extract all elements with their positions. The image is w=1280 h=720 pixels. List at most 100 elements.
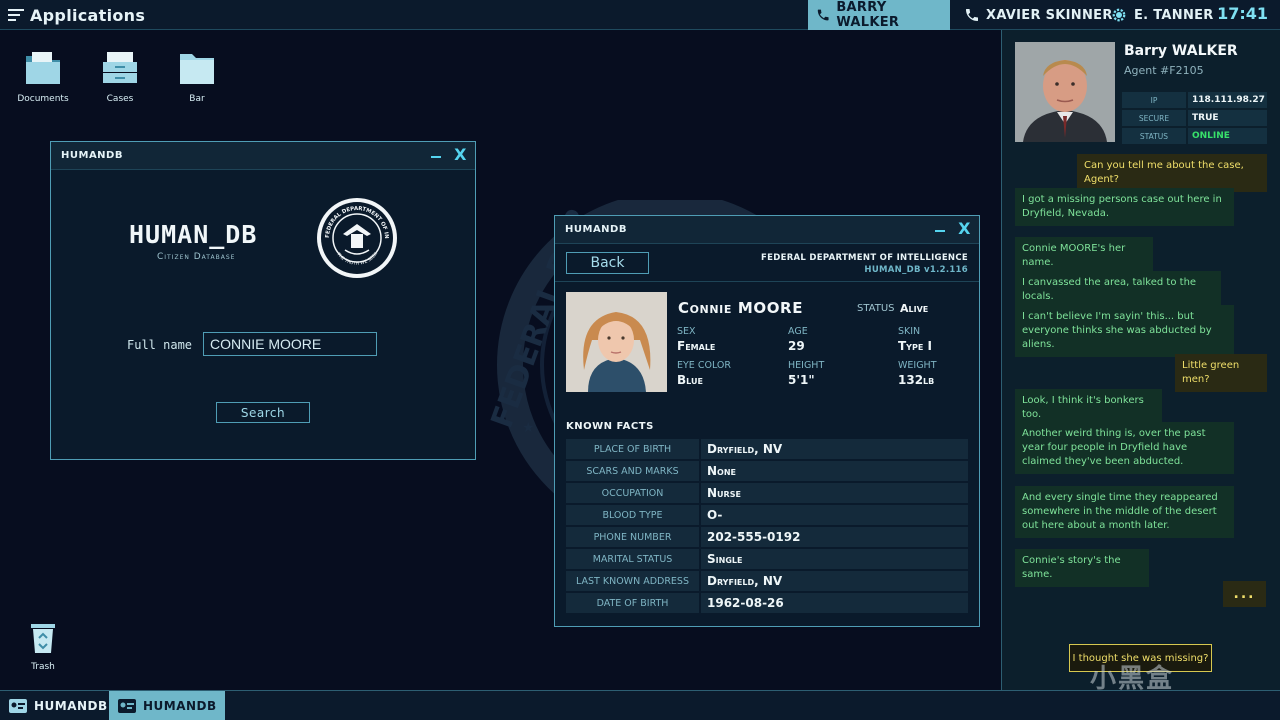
citizen-photo <box>566 292 667 392</box>
minimize-icon[interactable] <box>935 230 945 232</box>
chat-message-agent: Another weird thing is, over the past ye… <box>1015 422 1234 474</box>
fact-label: LAST KNOWN ADDRESS <box>566 571 699 591</box>
fact-label: DATE OF BIRTH <box>566 593 699 613</box>
desktop-icon-documents[interactable]: Documents <box>13 50 73 104</box>
attribute-label: SKIN <box>898 326 921 337</box>
attribute-label: HEIGHT <box>788 360 825 371</box>
info-label: IP <box>1122 92 1186 108</box>
chat-panel: Barry WALKER Agent #F2105 IP 118.111.98.2… <box>1001 30 1280 690</box>
window-titlebar[interactable]: HUMANDB X <box>51 142 475 170</box>
applications-menu-button[interactable]: Applications <box>8 4 145 26</box>
fact-row-scars-and-marks: SCARS AND MARKS None <box>566 461 968 481</box>
info-value: TRUE <box>1188 110 1267 126</box>
fact-label: MARITAL STATUS <box>566 549 699 569</box>
minimize-icon[interactable] <box>431 156 441 158</box>
attribute-label: AGE <box>788 326 808 337</box>
humandb-record-window: HUMANDB X Back FEDERAL DEPARTMENT OF INT… <box>554 215 980 627</box>
full-name-input[interactable] <box>203 332 377 356</box>
taskbar-item-label: HUMANDB <box>143 699 217 713</box>
close-icon[interactable]: X <box>958 220 971 238</box>
chat-message-agent: And every single time they reappeared so… <box>1015 486 1234 538</box>
info-label: SECURE <box>1122 110 1186 126</box>
attribute-skin: SKIN Type I <box>898 326 932 353</box>
attribute-eye-color: EYE COLOR Blue <box>677 360 731 387</box>
contact-name: E. TANNER <box>1134 7 1214 23</box>
desktop-icon-cases[interactable]: Cases <box>90 50 150 104</box>
attribute-value: 132lb <box>898 373 935 387</box>
citizen-last-name: MOORE <box>737 299 804 317</box>
status-label: STATUS <box>857 303 895 314</box>
info-row-status: STATUS ONLINE <box>1122 128 1267 144</box>
humandb-search-window: HUMANDB X HUMAN_DB Citizen Database FEDE… <box>50 141 476 460</box>
chat-message-agent: I canvassed the area, talked to the loca… <box>1015 271 1221 309</box>
fact-value: O- <box>701 505 968 525</box>
desktop-icon-label: Cases <box>106 94 134 104</box>
close-icon[interactable]: X <box>454 146 467 164</box>
fact-label: SCARS AND MARKS <box>566 461 699 481</box>
menu-icon <box>8 9 24 21</box>
applications-label: Applications <box>30 5 146 25</box>
divider <box>555 281 979 282</box>
attribute-weight: WEIGHT 132lb <box>898 360 937 387</box>
info-row-secure: SECURE TRUE <box>1122 110 1267 126</box>
taskbar-item-humandb[interactable]: HUMANDB <box>0 691 116 720</box>
id-card-icon <box>9 699 27 713</box>
chat-message-agent: I got a missing persons case out here in… <box>1015 188 1234 226</box>
taskbar-item-humandb-active[interactable]: HUMANDB <box>109 691 225 720</box>
info-row-ip: IP 118.111.98.27 <box>1122 92 1267 108</box>
fact-row-phone-number: PHONE NUMBER 202-555-0192 <box>566 527 968 547</box>
agent-id: Agent #F2105 <box>1124 64 1204 77</box>
cases-drawer-icon <box>103 52 137 83</box>
back-button[interactable]: Back <box>566 252 649 274</box>
status-value: Alive <box>900 302 929 315</box>
chat-message-agent: Connie MOORE's her name. <box>1015 237 1153 275</box>
taskbar: HUMANDB HUMANDB <box>0 690 1280 720</box>
contact-tab-xavier-skinner[interactable]: XAVIER SKINNER <box>956 0 1121 30</box>
taskbar-item-label: HUMANDB <box>34 699 108 713</box>
desktop-icon-trash[interactable]: Trash <box>13 620 73 672</box>
trash-icon <box>31 624 55 653</box>
attribute-label: WEIGHT <box>898 360 937 371</box>
citizen-name: Connie MOORE <box>678 299 803 317</box>
fact-value: None <box>701 461 968 481</box>
contact-name: XAVIER SKINNER <box>986 7 1113 23</box>
desktop-icon-label: Documents <box>17 94 69 104</box>
fact-row-date-of-birth: DATE OF BIRTH 1962-08-26 <box>566 593 968 613</box>
window-title: HUMANDB <box>565 224 627 235</box>
desktop-icon-bar[interactable]: Bar <box>167 50 227 104</box>
attribute-age: AGE 29 <box>788 326 808 353</box>
contact-tab-barry-walker[interactable]: BARRY WALKER <box>808 0 950 30</box>
agency-header: FEDERAL DEPARTMENT OF INTELLIGENCE HUMAN… <box>761 253 968 275</box>
phone-icon <box>966 9 978 21</box>
search-button[interactable]: Search <box>216 402 310 423</box>
clock: 17:41 <box>1217 4 1268 23</box>
attribute-value: 29 <box>788 339 805 353</box>
contact-name: BARRY WALKER <box>836 0 900 30</box>
fact-label: PHONE NUMBER <box>566 527 699 547</box>
phone-icon <box>817 9 829 21</box>
known-facts-heading: KNOWN FACTS <box>566 421 654 432</box>
fact-value: 1962-08-26 <box>701 593 968 613</box>
window-title: HUMANDB <box>61 150 123 161</box>
fact-value: Dryfield, NV <box>701 439 968 459</box>
window-titlebar[interactable]: HUMANDB X <box>555 216 979 244</box>
svg-text:★: ★ <box>522 420 535 436</box>
fact-value: Single <box>701 549 968 569</box>
info-label: STATUS <box>1122 128 1186 144</box>
attribute-value: 5'1" <box>788 373 815 387</box>
fact-value: Dryfield, NV <box>701 571 968 591</box>
contact-tab-e-tanner[interactable]: E. TANNER <box>1102 0 1222 30</box>
fact-row-place-of-birth: PLACE OF BIRTH Dryfield, NV <box>566 439 968 459</box>
typing-indicator: ... <box>1223 581 1266 607</box>
folder-icon <box>180 54 214 84</box>
agent-avatar <box>1015 42 1115 142</box>
chat-message-agent: Connie's story's the same. <box>1015 549 1149 587</box>
fact-row-last-known-address: LAST KNOWN ADDRESS Dryfield, NV <box>566 571 968 591</box>
documents-folder-icon <box>26 52 60 84</box>
app-subtitle: Citizen Database <box>157 252 236 262</box>
attribute-sex: SEX Female <box>677 326 715 353</box>
attribute-label: EYE COLOR <box>677 360 731 371</box>
chat-message-player: Can you tell me about the case, Agent? <box>1077 154 1267 192</box>
fact-label: BLOOD TYPE <box>566 505 699 525</box>
app-version: HUMAN_DB v1.2.116 <box>864 265 968 275</box>
